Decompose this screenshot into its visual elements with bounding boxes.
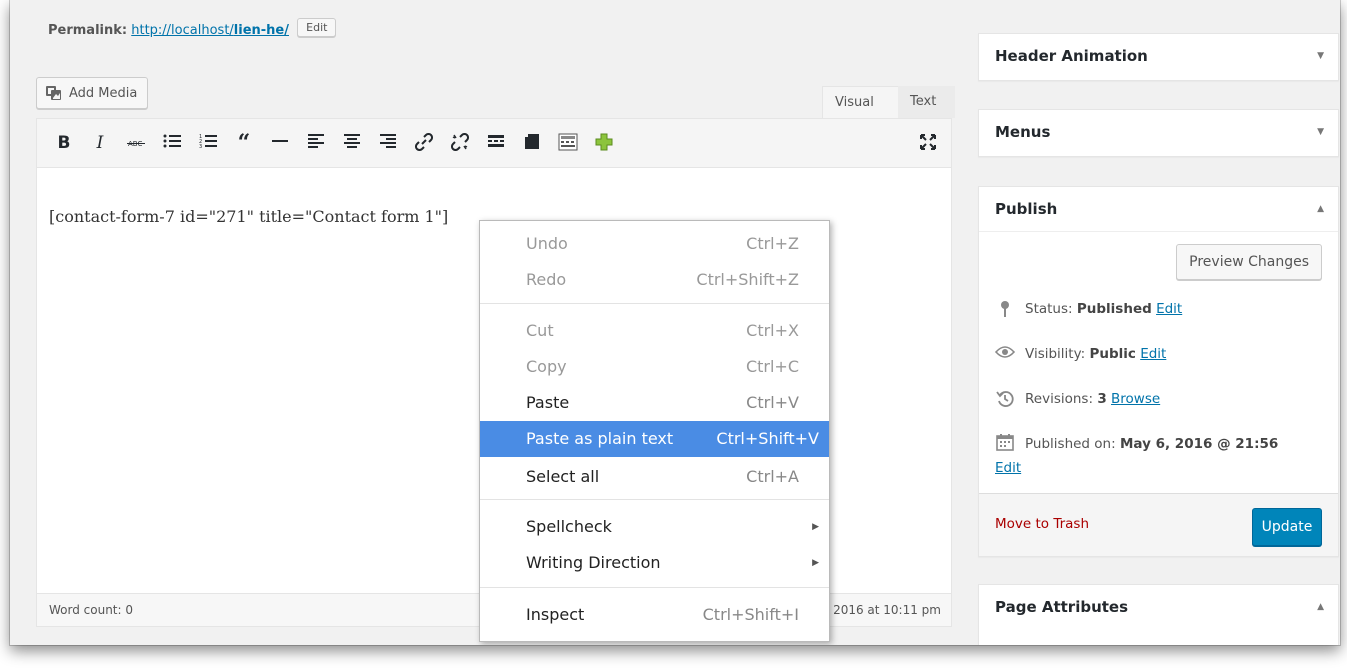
visibility-row: Visibility: Public Edit: [994, 345, 1166, 363]
page-attributes-header[interactable]: Page Attributes ▲: [979, 585, 1338, 629]
revisions-value: 3: [1097, 391, 1107, 407]
context-menu-item-paste[interactable]: Paste Ctrl+V: [480, 385, 829, 421]
publish-header[interactable]: Publish ▲: [979, 187, 1338, 232]
editor-screen: Permalink: http://localhost/lien-he/ Edi…: [10, 0, 1340, 645]
calendar-icon: [995, 433, 1015, 451]
read-more-icon[interactable]: [485, 133, 507, 153]
context-menu-item-select-all[interactable]: Select all Ctrl+A: [480, 459, 829, 495]
word-count: Word count: 0: [49, 603, 134, 617]
align-center-icon[interactable]: [341, 133, 363, 153]
published-on-row: Published on: May 6, 2016 @ 21:56: [995, 433, 1325, 455]
media-icon: [46, 86, 61, 100]
page-attributes-title: Page Attributes: [995, 598, 1129, 616]
form-icon[interactable]: [557, 133, 579, 153]
submenu-arrow-icon: ▶: [812, 522, 819, 532]
add-icon[interactable]: [593, 133, 615, 153]
context-menu-item-cut[interactable]: Cut Ctrl+X: [480, 313, 829, 349]
context-menu-item-paste-as-plain-text[interactable]: Paste as plain text Ctrl+Shift+V: [480, 421, 829, 457]
toggle-arrow-icon[interactable]: ▲: [1317, 585, 1324, 629]
visibility-value: Public: [1089, 346, 1136, 362]
published-on-label: Published on:: [1025, 436, 1116, 452]
menus-header[interactable]: Menus ▼: [979, 110, 1338, 154]
insert-link-icon[interactable]: [413, 133, 435, 153]
toolbar-toggle-icon[interactable]: [521, 133, 543, 153]
eye-icon: [994, 345, 1016, 363]
page-attributes-box: Page Attributes ▲: [978, 584, 1339, 645]
context-menu-item-spellcheck[interactable]: Spellcheck ▶: [480, 509, 829, 545]
svg-text:3: 3: [199, 144, 202, 149]
status-row: Status: Published Edit: [995, 300, 1182, 318]
toggle-arrow-icon[interactable]: ▲: [1317, 187, 1324, 231]
horizontal-line-icon[interactable]: [269, 133, 291, 153]
context-menu-item-redo[interactable]: Redo Ctrl+Shift+Z: [480, 262, 829, 298]
permalink-row: Permalink: http://localhost/lien-he/ Edi…: [48, 18, 337, 40]
bold-icon[interactable]: B: [53, 133, 75, 153]
blockquote-icon[interactable]: “: [233, 132, 255, 154]
publish-title: Publish: [995, 200, 1058, 218]
remove-link-icon[interactable]: [449, 133, 471, 153]
published-on-edit-link[interactable]: Edit: [995, 460, 1021, 476]
published-on-value: May 6, 2016 @ 21:56: [1119, 436, 1279, 452]
move-to-trash-link[interactable]: Move to Trash: [995, 516, 1089, 532]
status-label: Status:: [1025, 301, 1073, 317]
status-edit-link[interactable]: Edit: [1156, 301, 1182, 317]
header-animation-title: Header Animation: [995, 47, 1148, 65]
toggle-arrow-icon[interactable]: ▼: [1317, 110, 1324, 154]
context-menu-item-copy[interactable]: Copy Ctrl+C: [480, 349, 829, 385]
submenu-arrow-icon: ▶: [812, 558, 819, 568]
publish-actions: Move to Trash Update: [979, 493, 1338, 556]
menus-title: Menus: [995, 123, 1051, 141]
revisions-row: Revisions: 3 Browse: [995, 390, 1160, 408]
revisions-label: Revisions:: [1025, 391, 1094, 407]
toggle-arrow-icon[interactable]: ▼: [1317, 34, 1324, 78]
publish-box: Publish ▲ Preview Changes Status: Publis…: [978, 186, 1339, 557]
menu-separator: [480, 303, 829, 304]
permalink-link[interactable]: http://localhost/lien-he/: [131, 23, 289, 38]
context-menu-item-writing-direction[interactable]: Writing Direction ▶: [480, 545, 829, 581]
strikethrough-icon[interactable]: ABC: [125, 133, 147, 153]
preview-changes-button[interactable]: Preview Changes: [1176, 244, 1322, 280]
align-left-icon[interactable]: [305, 133, 327, 153]
publish-body: Preview Changes Status: Published Edit V…: [979, 232, 1338, 492]
header-animation-box: Header Animation ▼: [978, 33, 1339, 81]
editor-toolbar: B I ABC 123 “: [37, 119, 951, 168]
editor-content[interactable]: [contact-form-7 id="271" title="Contact …: [49, 207, 448, 226]
update-button[interactable]: Update: [1252, 508, 1322, 546]
fullscreen-icon[interactable]: [917, 133, 939, 153]
menu-separator: [480, 587, 829, 588]
menu-separator: [480, 499, 829, 500]
context-menu: Undo Ctrl+Z Redo Ctrl+Shift+Z Cut Ctrl+X…: [479, 220, 830, 642]
revisions-browse-link[interactable]: Browse: [1111, 391, 1160, 407]
header-animation-header[interactable]: Header Animation ▼: [979, 34, 1338, 78]
context-menu-item-undo[interactable]: Undo Ctrl+Z: [480, 226, 829, 262]
numbered-list-icon[interactable]: 123: [197, 133, 219, 153]
tab-visual[interactable]: Visual: [822, 86, 901, 119]
italic-icon[interactable]: I: [89, 133, 111, 153]
tab-text[interactable]: Text: [898, 86, 955, 118]
visibility-label: Visibility:: [1025, 346, 1086, 362]
add-media-button[interactable]: Add Media: [36, 77, 149, 109]
status-value: Published: [1076, 301, 1152, 317]
permalink-edit-button[interactable]: Edit: [297, 18, 337, 37]
context-menu-item-inspect[interactable]: Inspect Ctrl+Shift+I: [480, 597, 829, 633]
align-right-icon[interactable]: [377, 133, 399, 153]
menus-box: Menus ▼: [978, 109, 1339, 157]
history-icon: [995, 390, 1015, 408]
visibility-edit-link[interactable]: Edit: [1140, 346, 1166, 362]
permalink-label: Permalink:: [48, 23, 128, 38]
last-edited: 2016 at 10:11 pm: [833, 603, 941, 617]
pin-icon: [995, 300, 1015, 318]
bullet-list-icon[interactable]: [161, 133, 183, 153]
add-media-label: Add Media: [69, 85, 138, 101]
